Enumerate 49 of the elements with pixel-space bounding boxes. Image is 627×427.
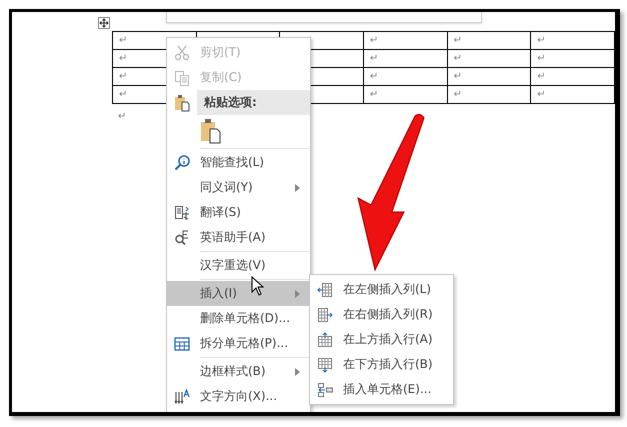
insert-column-right-icon <box>317 306 333 322</box>
menu-item[interactable]: 英语助手(A) <box>167 225 310 250</box>
menu-item[interactable]: 插入单元格(E)... <box>310 377 453 402</box>
paragraph-mark: ↵ <box>370 89 378 100</box>
paragraph-mark: ↵ <box>370 35 378 46</box>
menu-item[interactable]: 插入(I) <box>167 281 310 306</box>
paragraph-mark: ↵ <box>119 35 128 46</box>
insert-column-left-icon <box>317 282 333 298</box>
menu-item[interactable]: 在上方插入行(A) <box>310 327 453 352</box>
paragraph-mark: ↵ <box>454 53 462 64</box>
table-move-handle-icon[interactable] <box>98 17 110 29</box>
menu-item[interactable]: 汉字重选(V) <box>167 253 310 278</box>
insert-row-below-icon <box>317 356 333 372</box>
clipboard-icon <box>174 94 190 112</box>
menu-item[interactable]: 边框样式(B) <box>167 359 310 384</box>
paragraph-mark: ↵ <box>119 71 128 82</box>
paragraph-mark: ↵ <box>119 53 128 64</box>
paragraph-mark: ↵ <box>117 111 126 122</box>
scissors-icon <box>174 44 190 60</box>
translate-icon <box>174 204 190 220</box>
menu-item[interactable]: 在右侧插入列(R) <box>310 302 453 327</box>
copy-icon <box>174 70 190 86</box>
menu-item[interactable]: 在下方插入行(B) <box>310 352 453 377</box>
menu-item[interactable]: 文字方向(X)... <box>167 384 310 409</box>
mouse-cursor-icon <box>251 276 264 296</box>
menu-item[interactable]: 拆分单元格(P)... <box>167 331 310 356</box>
smart-lookup-icon <box>174 154 190 170</box>
paste-options-heading: 粘贴选项: <box>197 90 310 115</box>
menu-item[interactable]: 同义词(Y) <box>167 175 310 200</box>
insert-cells-icon <box>317 382 333 398</box>
table-grid-icon <box>174 336 190 350</box>
paragraph-mark: ↵ <box>454 35 462 46</box>
insert-row-above-icon <box>317 332 333 348</box>
magnifier-letter-icon <box>174 230 190 246</box>
paragraph-mark: ↵ <box>454 71 462 82</box>
paragraph-mark: ↵ <box>537 35 546 46</box>
text-direction-icon <box>174 388 190 404</box>
paragraph-mark: ↵ <box>537 53 546 64</box>
menu-item[interactable]: 删除单元格(D)... <box>167 306 310 331</box>
paragraph-mark: ↵ <box>537 71 546 82</box>
menu-item[interactable]: 在左侧插入列(L) <box>310 277 453 302</box>
paste-keep-format-icon[interactable] <box>200 118 222 144</box>
paragraph-mark: ↵ <box>119 89 128 100</box>
menu-item[interactable]: 智能查找(L) <box>167 150 310 175</box>
paragraph-mark: ↵ <box>370 71 378 82</box>
paragraph-mark: ↵ <box>370 53 378 64</box>
paragraph-mark: ↵ <box>454 89 462 100</box>
menu-item[interactable]: 翻译(S) <box>167 200 310 225</box>
paragraph-mark: ↵ <box>537 89 546 100</box>
